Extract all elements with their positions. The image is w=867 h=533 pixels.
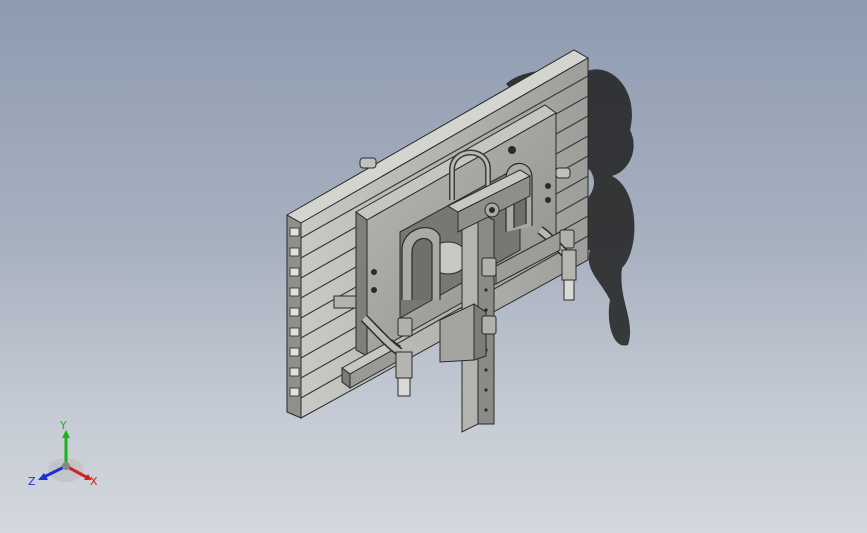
y-axis-label: Y — [60, 419, 67, 432]
cad-model-scene[interactable] — [0, 0, 867, 533]
z-axis-label: Z — [28, 475, 36, 488]
cad-viewport[interactable]: Y X Z — [0, 0, 867, 533]
view-orientation-triad[interactable]: Y X Z — [26, 418, 106, 498]
x-axis-label: X — [90, 475, 98, 488]
